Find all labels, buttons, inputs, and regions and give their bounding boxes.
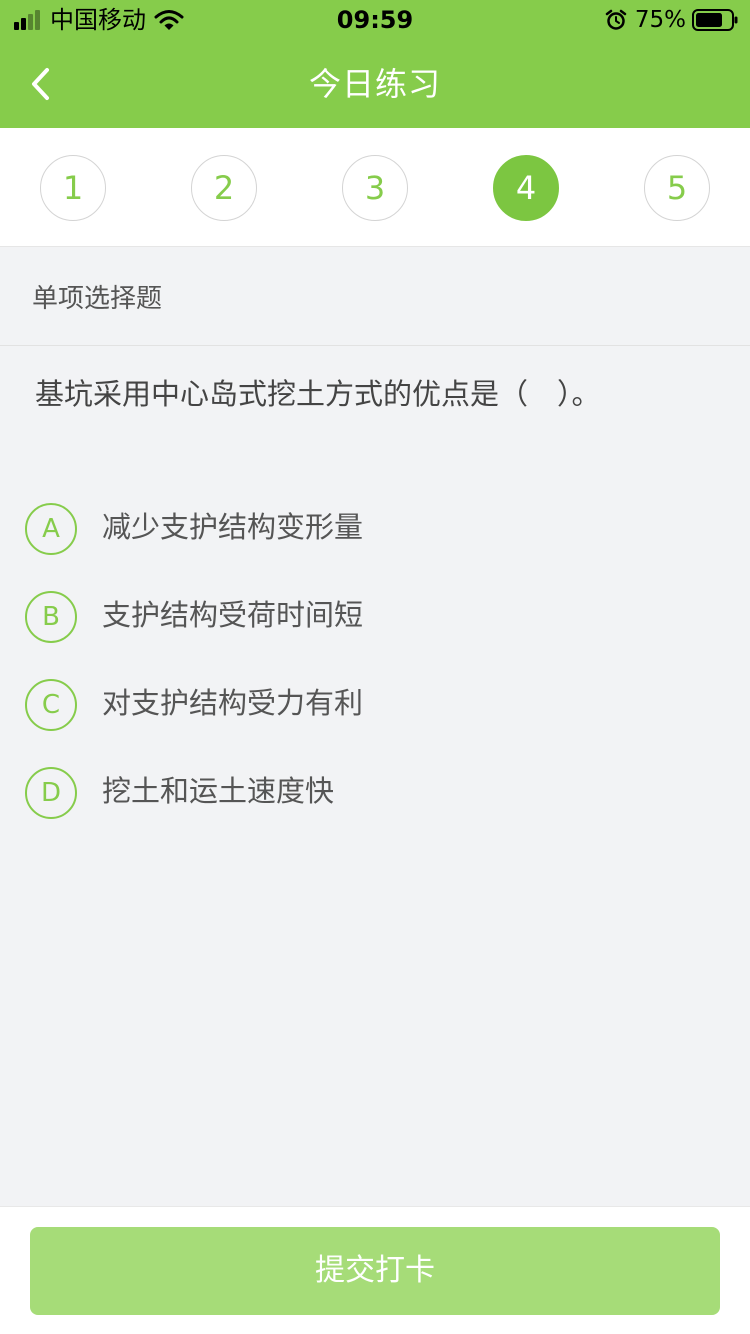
option-c[interactable]: C 对支护结构受力有利 <box>25 675 725 735</box>
nav-bar: 今日练习 <box>0 40 750 128</box>
option-text-a: 减少支护结构变形量 <box>102 510 364 544</box>
section-header: 单项选择题 <box>0 247 750 346</box>
header: 中国移动 09:59 75% 今日练习 <box>0 0 750 128</box>
option-letter-d: D <box>25 767 77 819</box>
question-area: 基坑采用中心岛式挖土方式的优点是（ ）。 A 减少支护结构变形量 B 支护结构受… <box>0 346 750 1206</box>
battery-icon <box>692 9 738 31</box>
practice-page: 中国移动 09:59 75% 今日练习 1 2 3 4 5 单项选择题 基坑采用… <box>0 0 750 1334</box>
question-tab-1[interactable]: 1 <box>40 155 106 221</box>
option-letter-a: A <box>25 503 77 555</box>
question-number-tabs: 1 2 3 4 5 <box>0 128 750 247</box>
question-tab-2[interactable]: 2 <box>191 155 257 221</box>
alarm-icon <box>605 9 627 30</box>
question-tab-3[interactable]: 3 <box>342 155 408 221</box>
question-text: 基坑采用中心岛式挖土方式的优点是（ ）。 <box>35 377 601 411</box>
option-text-c: 对支护结构受力有利 <box>102 686 364 720</box>
page-title: 今日练习 <box>308 65 441 103</box>
battery-percentage: 75% <box>634 7 686 33</box>
status-right: 75% <box>605 6 738 34</box>
option-b[interactable]: B 支护结构受荷时间短 <box>25 587 725 647</box>
question-tab-5[interactable]: 5 <box>644 155 710 221</box>
option-text-b: 支护结构受荷时间短 <box>102 598 364 632</box>
question-type-label: 单项选择题 <box>32 284 163 314</box>
option-text-d: 挖土和运土速度快 <box>102 774 335 808</box>
status-bar: 中国移动 09:59 75% <box>0 0 750 40</box>
option-d[interactable]: D 挖土和运土速度快 <box>25 763 725 823</box>
question-tab-4[interactable]: 4 <box>493 155 559 221</box>
option-letter-c: C <box>25 679 77 731</box>
bottom-bar: 提交打卡 <box>0 1206 750 1334</box>
submit-checkin-button[interactable]: 提交打卡 <box>30 1227 720 1315</box>
option-letter-b: B <box>25 591 77 643</box>
option-a[interactable]: A 减少支护结构变形量 <box>25 499 725 559</box>
